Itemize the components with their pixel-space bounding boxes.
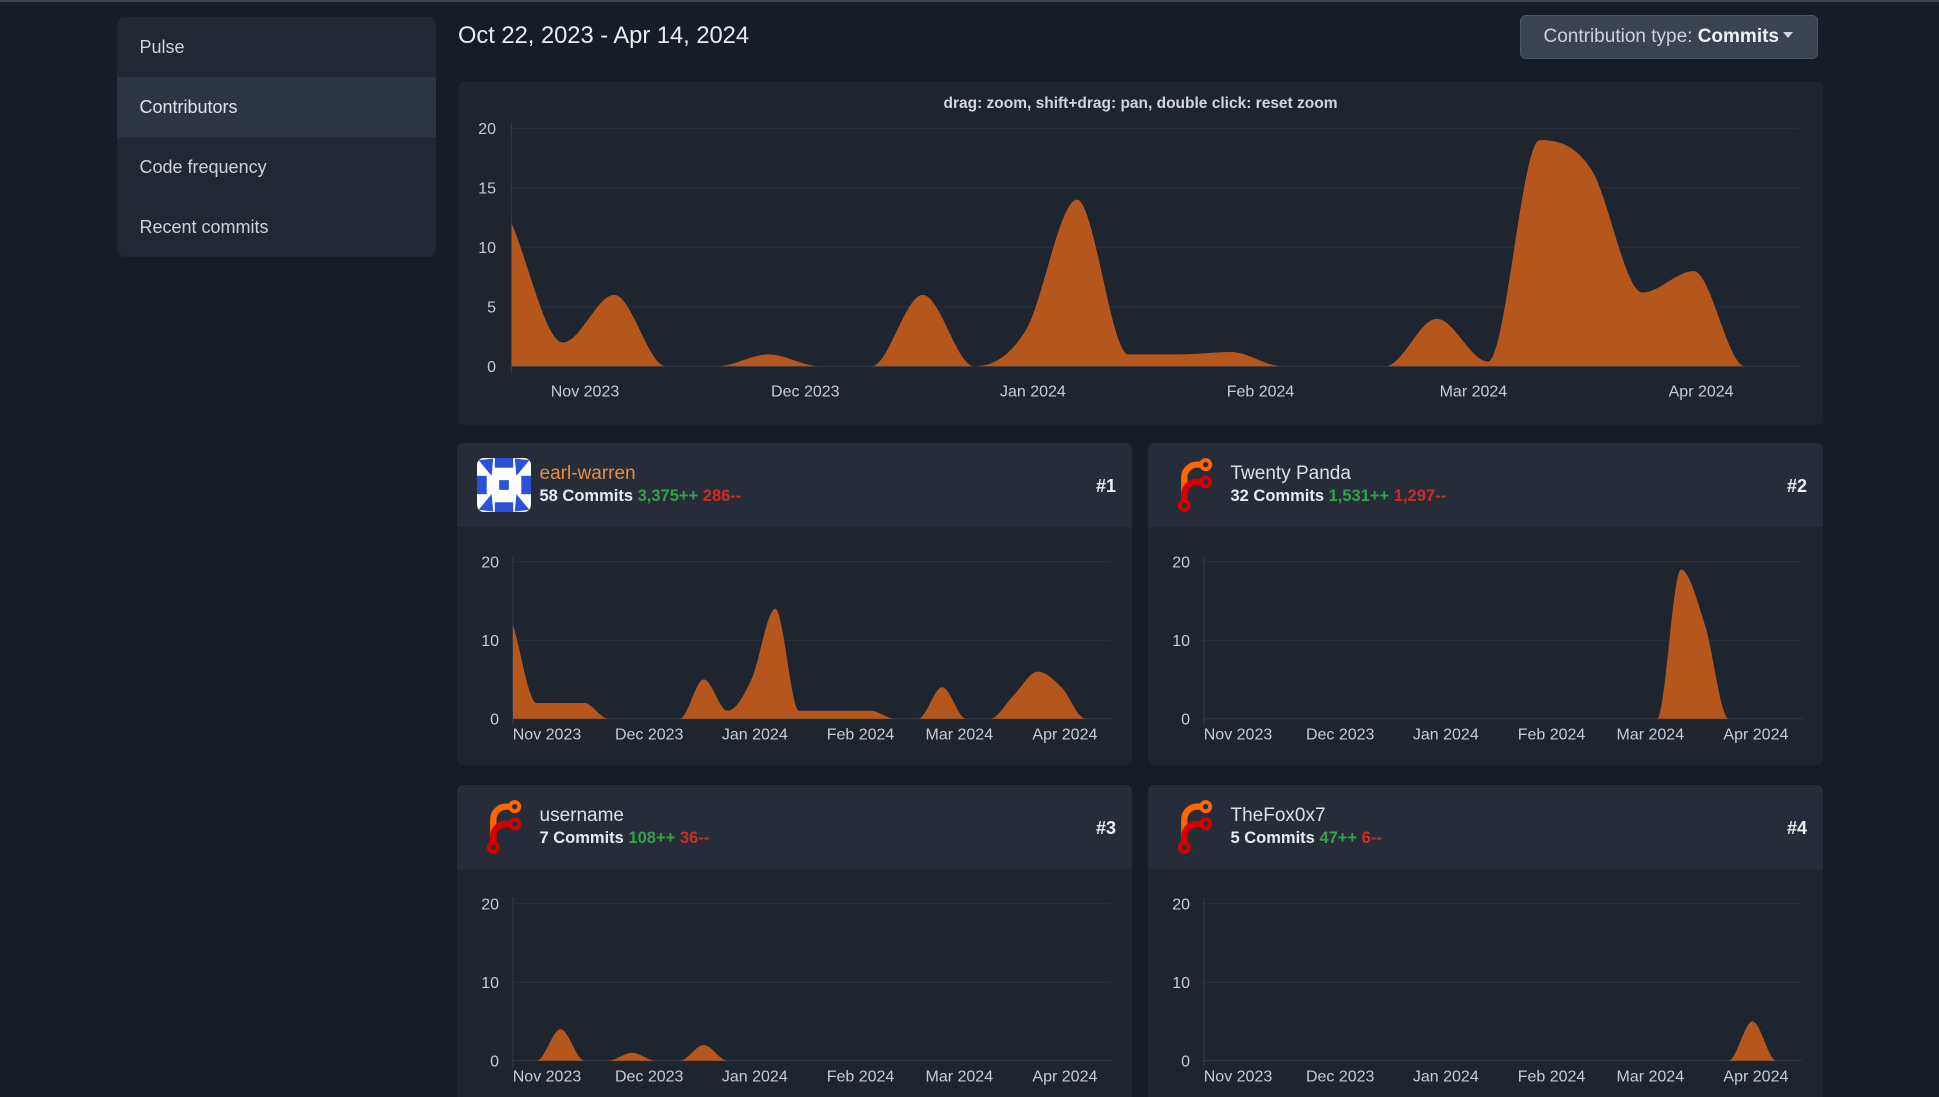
- svg-text:Mar 2024: Mar 2024: [1616, 1069, 1684, 1086]
- svg-text:20: 20: [481, 897, 499, 914]
- svg-text:Mar 2024: Mar 2024: [925, 727, 993, 744]
- svg-text:0: 0: [487, 359, 496, 376]
- svg-text:0: 0: [490, 712, 499, 729]
- svg-text:Jan 2024: Jan 2024: [1000, 384, 1066, 401]
- svg-text:5: 5: [487, 300, 496, 317]
- svg-text:20: 20: [478, 121, 496, 138]
- svg-text:Apr 2024: Apr 2024: [1723, 727, 1788, 744]
- svg-text:20: 20: [1172, 555, 1190, 572]
- svg-text:Mar 2024: Mar 2024: [925, 1069, 993, 1086]
- svg-text:Feb 2024: Feb 2024: [826, 1069, 894, 1086]
- svg-text:Dec 2023: Dec 2023: [1305, 1069, 1374, 1086]
- svg-text:Dec 2023: Dec 2023: [771, 384, 840, 401]
- svg-text:10: 10: [481, 633, 499, 650]
- svg-text:Mar 2024: Mar 2024: [1440, 384, 1508, 401]
- svg-text:Feb 2024: Feb 2024: [1517, 1069, 1585, 1086]
- svg-text:Nov 2023: Nov 2023: [512, 1069, 581, 1086]
- svg-text:Nov 2023: Nov 2023: [1203, 727, 1272, 744]
- svg-text:Dec 2023: Dec 2023: [1305, 727, 1374, 744]
- svg-text:10: 10: [1172, 633, 1190, 650]
- svg-text:Dec 2023: Dec 2023: [614, 1069, 683, 1086]
- svg-text:Feb 2024: Feb 2024: [826, 727, 894, 744]
- svg-text:Nov 2023: Nov 2023: [551, 384, 620, 401]
- svg-text:20: 20: [1172, 897, 1190, 914]
- svg-text:Apr 2024: Apr 2024: [1032, 1069, 1097, 1086]
- svg-text:Feb 2024: Feb 2024: [1227, 384, 1295, 401]
- svg-text:Nov 2023: Nov 2023: [512, 727, 581, 744]
- svg-text:Nov 2023: Nov 2023: [1203, 1069, 1272, 1086]
- svg-text:0: 0: [1181, 712, 1190, 729]
- svg-text:Jan 2024: Jan 2024: [721, 1069, 787, 1086]
- svg-text:10: 10: [481, 975, 499, 992]
- svg-text:Jan 2024: Jan 2024: [1412, 1069, 1478, 1086]
- svg-text:Jan 2024: Jan 2024: [1412, 727, 1478, 744]
- svg-text:Apr 2024: Apr 2024: [1723, 1069, 1788, 1086]
- svg-text:Apr 2024: Apr 2024: [1669, 384, 1734, 401]
- svg-text:Apr 2024: Apr 2024: [1032, 727, 1097, 744]
- svg-text:15: 15: [478, 180, 496, 197]
- svg-text:Jan 2024: Jan 2024: [721, 727, 787, 744]
- svg-text:0: 0: [490, 1054, 499, 1071]
- svg-text:Dec 2023: Dec 2023: [614, 727, 683, 744]
- svg-text:0: 0: [1181, 1054, 1190, 1071]
- svg-text:20: 20: [481, 555, 499, 572]
- svg-text:Feb 2024: Feb 2024: [1517, 727, 1585, 744]
- svg-text:10: 10: [478, 240, 496, 257]
- svg-text:Mar 2024: Mar 2024: [1616, 727, 1684, 744]
- svg-text:10: 10: [1172, 975, 1190, 992]
